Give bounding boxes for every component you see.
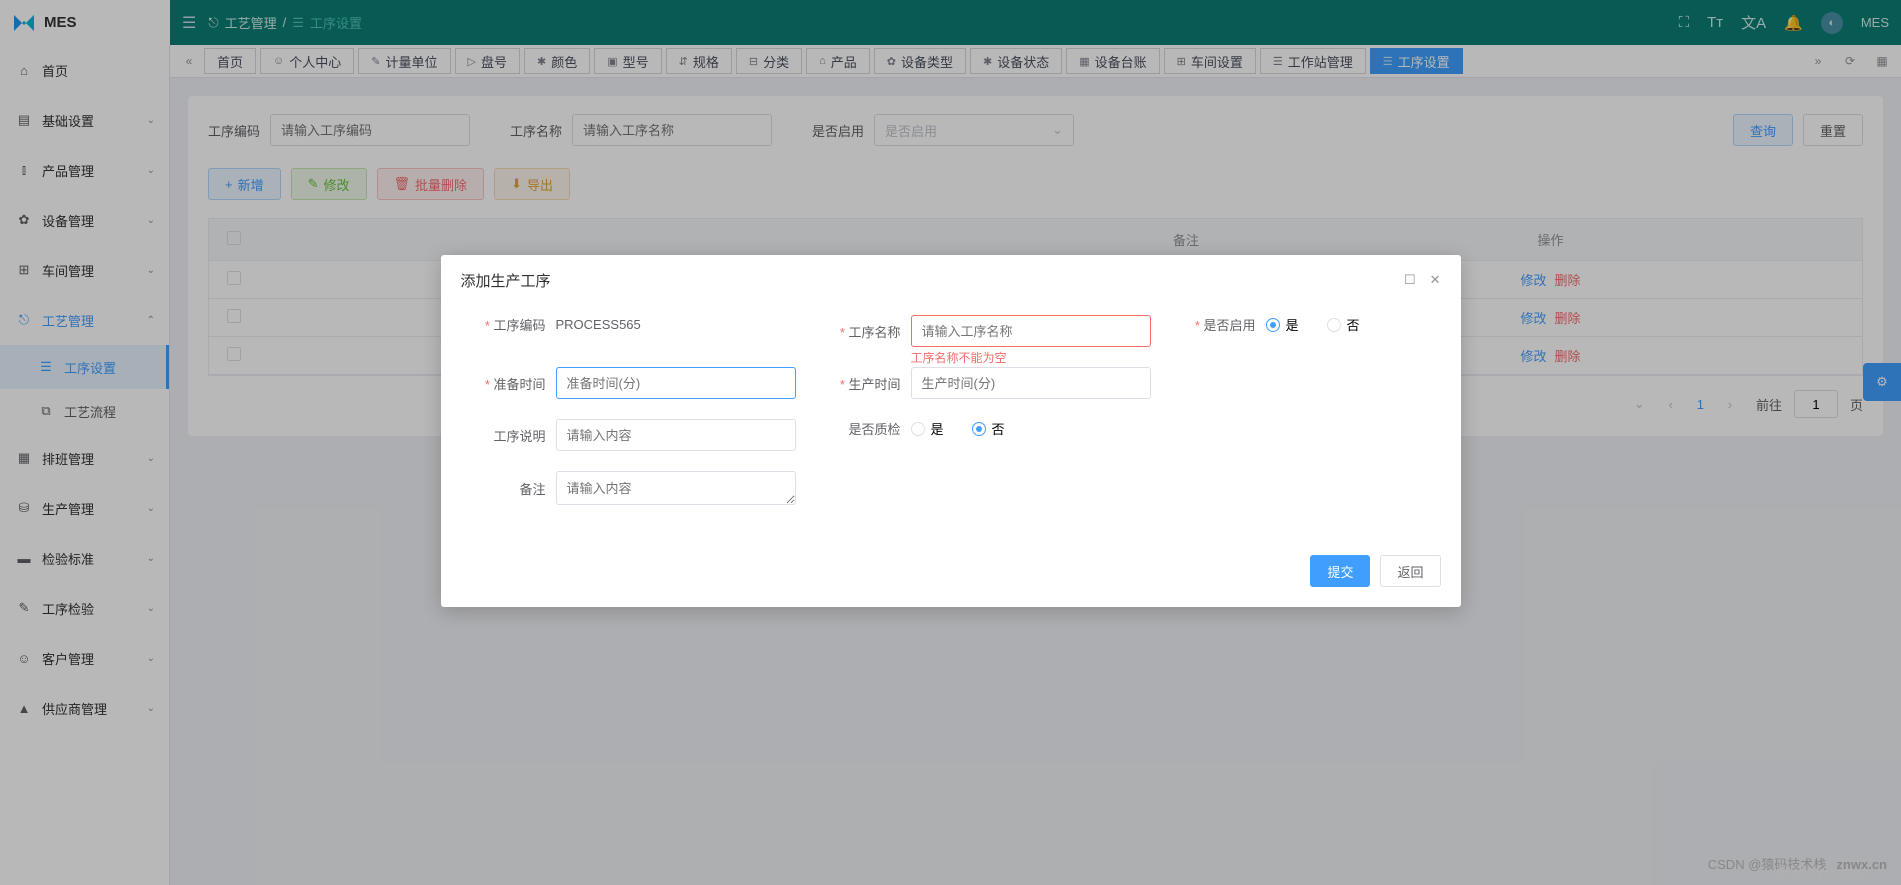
close-icon[interactable]: ✕ <box>1430 272 1441 288</box>
qc-label: 是否质检 <box>826 419 901 438</box>
name-label: 工序名称 <box>826 322 901 341</box>
code-value: PROCESS565 <box>556 317 796 332</box>
maximize-icon[interactable]: ☐ <box>1404 272 1416 288</box>
prep-input[interactable] <box>556 367 796 399</box>
remark-input[interactable] <box>556 471 796 505</box>
cancel-button[interactable]: 返回 <box>1380 555 1440 587</box>
desc-label: 工序说明 <box>471 426 546 445</box>
enable-yes-radio[interactable]: 是 <box>1266 315 1299 334</box>
activate-windows: 激活 Windows <box>1776 862 1871 883</box>
name-error: 工序名称不能为空 <box>911 349 1007 366</box>
name-input[interactable] <box>911 315 1151 347</box>
submit-button[interactable]: 提交 <box>1310 555 1370 587</box>
prep-label: 准备时间 <box>471 374 546 393</box>
modal-overlay[interactable]: 添加生产工序 ☐ ✕ 工序编码 PROCESS565 工序名称 工序名称不能为空… <box>0 0 1901 885</box>
desc-input[interactable] <box>556 419 796 451</box>
remark-label: 备注 <box>471 479 546 498</box>
enable-no-radio[interactable]: 否 <box>1327 315 1360 334</box>
code-label: 工序编码 <box>471 315 546 334</box>
enable-label: 是否启用 <box>1181 315 1256 334</box>
prod-input[interactable] <box>911 367 1151 399</box>
dialog: 添加生产工序 ☐ ✕ 工序编码 PROCESS565 工序名称 工序名称不能为空… <box>441 255 1461 607</box>
qc-no-radio[interactable]: 否 <box>972 419 1005 438</box>
prod-label: 生产时间 <box>826 374 901 393</box>
dialog-title: 添加生产工序 <box>461 270 551 291</box>
qc-yes-radio[interactable]: 是 <box>911 419 944 438</box>
